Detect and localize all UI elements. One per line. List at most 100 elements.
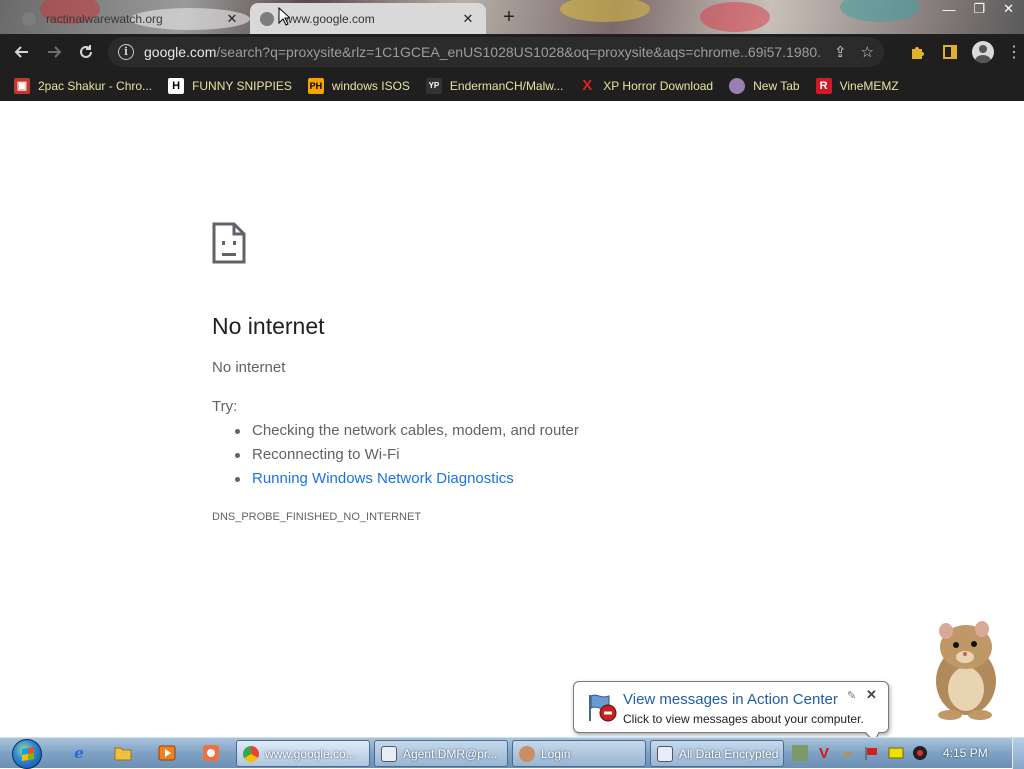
bookmark-label: XP Horror Download	[603, 78, 714, 93]
show-desktop-button[interactable]	[1012, 738, 1024, 769]
tray-v-icon[interactable]: V	[816, 745, 832, 762]
bookmark-label: EndermanCH/Malw...	[449, 78, 564, 93]
taskbar-window-login[interactable]: Login	[512, 740, 646, 767]
suggestion-item: Checking the network cables, modem, and …	[235, 421, 579, 445]
share-icon[interactable]: ⇪	[834, 43, 847, 61]
wallpaper-splash	[560, 0, 650, 22]
window-controls: — ❐ ✕	[942, 0, 1014, 18]
bookmark-label: VineMEMZ	[839, 78, 899, 93]
mouse-cursor-icon	[278, 7, 290, 26]
error-title: No internet	[212, 313, 325, 339]
tab-favicon	[22, 11, 36, 26]
extensions-puzzle-icon[interactable]	[908, 42, 928, 62]
balloon-text: Click to view messages about your comput…	[623, 712, 864, 726]
system-tray: V ⌕	[792, 742, 928, 764]
taskbar-window-google[interactable]: www.google.co...	[236, 740, 370, 767]
bookmark-icon-2pac: ▣	[14, 77, 30, 94]
folder-icon[interactable]	[112, 742, 134, 764]
tab-inactive[interactable]: ractinalwarewatch.org ✕	[12, 3, 250, 34]
wallpaper-splash	[840, 0, 920, 22]
menu-kebab-icon[interactable]: ⋮	[1006, 42, 1022, 62]
wallpaper-splash	[700, 2, 770, 32]
chrome-icon	[243, 745, 259, 762]
start-button[interactable]	[8, 738, 46, 769]
windows-logo-icon	[12, 738, 42, 769]
bookmark-label: New Tab	[753, 78, 800, 93]
side-panel-icon[interactable]	[940, 42, 960, 62]
plus-icon[interactable]: +	[498, 6, 520, 28]
forward-arrow-icon[interactable]	[38, 36, 70, 68]
window-icon	[657, 745, 673, 762]
address-host: google.com	[144, 44, 217, 60]
error-subtitle: No internet	[212, 359, 286, 376]
bookmark-item[interactable]: ▣ 2pac Shakur - Chro...	[14, 77, 153, 94]
paint-icon[interactable]	[200, 742, 222, 764]
tab-title: ractinalwarewatch.org	[46, 11, 163, 26]
site-info-icon[interactable]: i	[118, 44, 134, 60]
bookmark-icon-r: R	[815, 77, 832, 94]
error-code: DNS_PROBE_FINISHED_NO_INTERNET	[212, 511, 422, 523]
taskbar-window-label: All Data Encrypted	[679, 746, 779, 761]
bookmark-label: 2pac Shakur - Chro...	[38, 78, 153, 93]
bookmark-item[interactable]: PH windows ISOS	[307, 77, 410, 94]
bookmark-item[interactable]: H FUNNY SNIPPIES	[168, 77, 292, 94]
window-icon	[381, 745, 397, 762]
balloon-close-icon[interactable]: ✕	[866, 687, 877, 703]
back-arrow-icon[interactable]	[6, 36, 38, 68]
suggestions-list: Checking the network cables, modem, and …	[235, 421, 579, 493]
action-center-flag-icon	[589, 694, 617, 722]
balloon-options-icon[interactable]: ✎	[847, 689, 856, 702]
reload-icon[interactable]	[70, 36, 102, 68]
balloon-title[interactable]: View messages in Action Center	[623, 691, 838, 708]
tray-search-icon[interactable]: ⌕	[840, 745, 856, 762]
browser-tab-strip: ractinalwarewatch.org ✕ www.google.com ✕…	[0, 0, 1024, 34]
bookmark-item[interactable]: X XP Horror Download	[579, 77, 714, 94]
taskbar-window-label: Login	[541, 746, 571, 761]
user-icon	[519, 745, 535, 762]
globe-icon	[729, 77, 746, 94]
taskbar-window-label: www.google.co...	[265, 746, 356, 761]
tray-volume-icon[interactable]	[912, 745, 928, 761]
browser-toolbar: i google.com/search?q=proxysite&rlz=1C1G…	[0, 34, 1024, 70]
toolbar-actions: ⋮	[908, 34, 1022, 70]
bookmark-icon-x: X	[582, 77, 593, 94]
bookmark-label: FUNNY SNIPPIES	[192, 78, 292, 93]
internet-explorer-icon[interactable]: e	[68, 742, 90, 764]
profile-avatar-icon[interactable]	[972, 41, 994, 63]
close-icon[interactable]: ✕	[1003, 1, 1014, 17]
address-path: /search?q=proxysite&rlz=1C1GCEA_enUS1028…	[216, 44, 820, 60]
star-icon[interactable]: ☆	[861, 43, 874, 61]
tab-title: www.google.com	[284, 11, 375, 26]
tray-app-icon[interactable]	[792, 745, 808, 761]
network-diagnostics-link[interactable]: Running Windows Network Diagnostics	[235, 469, 579, 493]
bookmark-icon-ph: PH	[307, 77, 324, 94]
tab-close-icon[interactable]: ✕	[460, 11, 476, 27]
try-label: Try:	[212, 398, 238, 415]
tab-favicon	[260, 11, 274, 26]
bookmark-item[interactable]: New Tab	[729, 77, 800, 94]
page-content: No internet No internet Try: Checking th…	[0, 101, 1024, 737]
suggestion-item: Reconnecting to Wi-Fi	[235, 445, 579, 469]
tray-network-icon[interactable]	[888, 745, 904, 761]
bookmark-item[interactable]: R VineMEMZ	[815, 77, 899, 94]
taskbar-clock[interactable]: 4:15 PM	[943, 738, 988, 769]
tab-close-icon[interactable]: ✕	[224, 11, 240, 27]
action-center-balloon[interactable]: View messages in Action Center Click to …	[573, 681, 889, 743]
action-center-flag-icon[interactable]	[864, 745, 880, 761]
hamster-mascot-icon	[936, 621, 996, 720]
bookmark-icon-h: H	[168, 77, 185, 94]
taskbar-window-encrypted[interactable]: All Data Encrypted	[650, 740, 784, 767]
taskbar-window-agent[interactable]: Agent.DMR@pr...	[374, 740, 508, 767]
maximize-icon[interactable]: ❐	[973, 1, 985, 17]
media-player-icon[interactable]	[156, 742, 178, 764]
bookmark-icon-yp: YP	[425, 77, 442, 94]
bookmarks-bar: ▣ 2pac Shakur - Chro... H FUNNY SNIPPIES…	[0, 70, 1024, 101]
address-bar[interactable]: i google.com/search?q=proxysite&rlz=1C1G…	[108, 37, 884, 67]
bookmark-item[interactable]: YP EndermanCH/Malw...	[425, 77, 564, 94]
taskbar-window-label: Agent.DMR@pr...	[403, 746, 498, 761]
windows-taskbar: e www.google.co... Agent.DMR@pr... Login…	[0, 737, 1024, 769]
minimize-icon[interactable]: —	[942, 2, 955, 17]
sad-document-icon	[212, 222, 246, 264]
bookmark-label: windows ISOS	[331, 78, 410, 93]
address-url[interactable]: google.com/search?q=proxysite&rlz=1C1GCE…	[144, 44, 820, 60]
